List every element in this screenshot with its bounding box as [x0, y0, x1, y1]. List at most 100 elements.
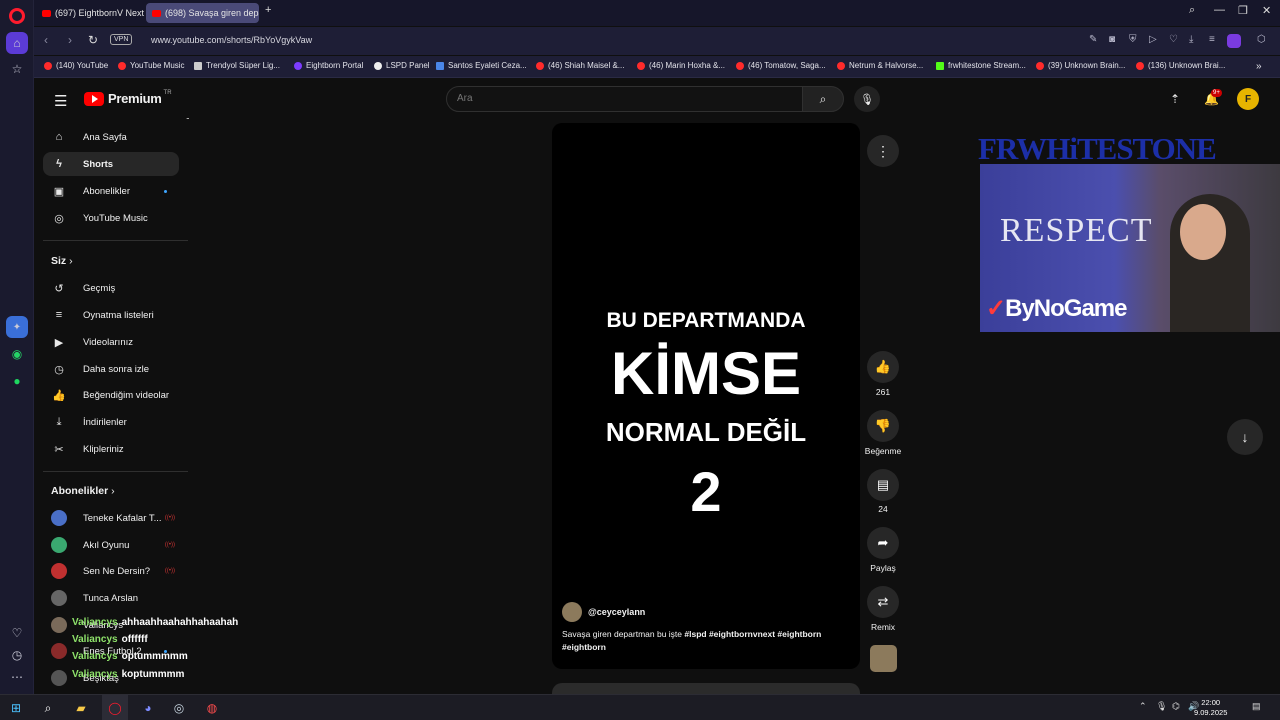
subscription-item[interactable]: Tunca Arslan	[43, 586, 179, 610]
menu-icon[interactable]: ≡	[1209, 34, 1215, 45]
subscription-item[interactable]: Sen Ne Dersin? ((•))	[43, 559, 179, 583]
screen: ⌂ ☆ ✦ ◉ ● ♡ ◷ ⋯ (697) EightbornV Next - …	[0, 0, 1280, 720]
remix-button[interactable]: ⇄	[867, 586, 899, 618]
search-input[interactable]	[447, 87, 802, 110]
bookmark-item[interactable]: (46) Marin Hoxha &...	[637, 61, 725, 70]
guide-item-clips[interactable]: ✂ Klipleriniz	[43, 437, 179, 461]
discord-icon[interactable]: ◕	[140, 700, 156, 716]
chat-text: optummmmm	[121, 651, 188, 662]
search-button[interactable]: ⌕	[802, 86, 844, 112]
guide-item-downloads[interactable]: ⤓ İndirilenler	[43, 410, 179, 434]
whatsapp-icon[interactable]: ◉	[6, 343, 28, 365]
new-tab-icon[interactable]: +	[265, 4, 271, 16]
bookmark-item[interactable]: Trendyol Süper Lig...	[194, 61, 280, 70]
voice-search-button[interactable]: 🎙	[854, 86, 880, 112]
you-section-title[interactable]: Siz ›	[51, 255, 73, 267]
more-options-button[interactable]: ⋮	[867, 135, 899, 167]
bookmark-item[interactable]: LSPD Panel	[374, 61, 430, 70]
windows-start-icon[interactable]: ⊞	[8, 700, 24, 716]
bookmarks-overflow-icon[interactable]: »	[1256, 61, 1262, 72]
dislike-button[interactable]: 👎	[867, 410, 899, 442]
video-icon: ▶	[54, 336, 64, 349]
spotify-icon[interactable]: ●	[6, 370, 28, 392]
app-icon[interactable]: ◍	[204, 700, 220, 716]
bookmark-heart-icon[interactable]: ♡	[1169, 34, 1178, 45]
subscription-item[interactable]: Akıl Oyunu ((•))	[43, 533, 179, 557]
comments-button[interactable]: ▤	[867, 469, 899, 501]
date: 9.09.2025	[1194, 708, 1228, 717]
bookmark-item[interactable]: (46) Shiah Maisel &...	[536, 61, 624, 70]
pinboard-icon[interactable]: ☆	[6, 58, 28, 80]
close-window-icon[interactable]: ✕	[1262, 4, 1271, 17]
like-button[interactable]: 👍	[867, 351, 899, 383]
tab-2[interactable]: (698) Savaşa giren depar…	[146, 3, 259, 23]
back-icon[interactable]: ‹	[44, 33, 48, 47]
next-short-button[interactable]: ↓	[1227, 419, 1263, 455]
upload-icon[interactable]: ⇡	[1170, 92, 1180, 106]
shield-icon[interactable]: ⛨	[1129, 34, 1137, 45]
subscription-item[interactable]: Teneke Kafalar T... ((•))	[43, 506, 179, 530]
opera-logo-icon[interactable]	[9, 8, 25, 24]
aria-icon[interactable]: ✦	[6, 316, 28, 338]
download-icon[interactable]: ⤓	[1189, 34, 1193, 45]
more-rail-icon[interactable]: ⋯	[6, 666, 28, 688]
edit-icon[interactable]: ✎	[1089, 34, 1097, 45]
share-button[interactable]: ➦	[867, 527, 899, 559]
thumb-up-icon: 👍	[874, 359, 892, 374]
account-avatar[interactable]: F	[1237, 88, 1259, 110]
guide-item-your-videos[interactable]: ▶ Videolarınız	[43, 330, 179, 354]
heart-icon[interactable]: ♡	[6, 622, 28, 644]
channel-link[interactable]: @ceyceylann	[562, 602, 645, 622]
guide-item-liked-videos[interactable]: 👍 Beğendiğim videolar	[43, 383, 179, 407]
search-icon[interactable]: ⌕	[40, 700, 56, 716]
history-rail-icon[interactable]: ◷	[6, 644, 28, 666]
bookmark-item[interactable]: (140) YouTube	[44, 61, 108, 70]
profile-icon[interactable]	[1227, 34, 1241, 48]
guide-item-home[interactable]: ⌂ Ana Sayfa	[43, 125, 179, 149]
reload-icon[interactable]: ↻	[88, 33, 98, 47]
hamburger-menu-icon[interactable]: ☰	[54, 92, 67, 110]
youtube-logo[interactable]: Premium TR	[84, 90, 172, 106]
bookmark-item[interactable]: (136) Unknown Brai...	[1136, 61, 1225, 70]
tab-label: (698) Savaşa giren depar…	[165, 8, 259, 18]
tab-1[interactable]: (697) EightbornV Next - Y	[36, 3, 146, 23]
guide-item-shorts[interactable]: ϟ Shorts	[43, 152, 179, 176]
player-icon[interactable]: ▷	[1149, 34, 1157, 45]
bookmark-item[interactable]: YouTube Music	[118, 61, 185, 70]
forward-icon[interactable]: ›	[68, 33, 72, 47]
workspace-icon[interactable]: ⌂	[6, 32, 28, 54]
bookmark-item[interactable]: frwhitestone Stream...	[936, 61, 1026, 70]
short-video-player[interactable]: BU DEPARTMANDA KİMSE NORMAL DEĞİL 2 @cey…	[552, 123, 860, 669]
steam-icon[interactable]: ◎	[171, 700, 187, 716]
subscriptions-section-title[interactable]: Abonelikler ›	[51, 485, 115, 497]
guide-item-history[interactable]: ↺ Geçmiş	[43, 276, 179, 300]
bookmark-item[interactable]: Santos Eyaleti Ceza...	[436, 61, 527, 70]
extensions-icon[interactable]: ⬡	[1257, 34, 1266, 45]
tray-overflow-icon[interactable]: ⌃	[1139, 701, 1147, 712]
bookmark-item[interactable]: (46) Tomatow, Saga...	[736, 61, 826, 70]
maximize-icon[interactable]: ❐	[1238, 4, 1248, 17]
guide-item-music[interactable]: ◎ YouTube Music	[43, 206, 179, 230]
guide-item-playlists[interactable]: ≡ Oynatma listeleri	[43, 303, 179, 327]
mic-tray-icon[interactable]: 🎙	[1156, 701, 1167, 712]
minimize-icon[interactable]: —	[1214, 4, 1225, 16]
file-explorer-icon[interactable]: ▰	[73, 700, 89, 716]
clock[interactable]: 22:00 9.09.2025	[1194, 698, 1227, 718]
bookmark-item[interactable]: (39) Unknown Brain...	[1036, 61, 1125, 70]
guide-item-watch-later[interactable]: ◷ Daha sonra izle	[43, 357, 179, 381]
scroll-up-icon[interactable]: ▲	[185, 118, 189, 121]
bookmark-item[interactable]: Netrum & Halvorse...	[837, 61, 923, 70]
sound-thumbnail[interactable]	[870, 645, 897, 672]
camera-icon[interactable]: ◙	[1109, 34, 1115, 45]
url-field[interactable]: www.youtube.com/shorts/RbYoVgykVaw	[151, 35, 312, 45]
notification-center-icon[interactable]: ▤	[1252, 701, 1261, 712]
bookmark-item[interactable]: Eightborn Portal	[294, 61, 363, 70]
caption-hashtag[interactable]: #eightborn	[562, 642, 606, 652]
network-icon[interactable]: ⌬	[1172, 701, 1180, 712]
opera-gx-icon[interactable]: ◯	[107, 700, 123, 716]
vpn-badge[interactable]: VPN	[110, 34, 133, 45]
doc-icon	[436, 61, 444, 70]
caption-hashtags[interactable]: #lspd #eightbornvnext #eightborn	[684, 629, 821, 639]
tab-search-icon[interactable]: ⌕	[1189, 4, 1195, 17]
guide-item-subscriptions[interactable]: ▣ Abonelikler	[43, 179, 179, 203]
